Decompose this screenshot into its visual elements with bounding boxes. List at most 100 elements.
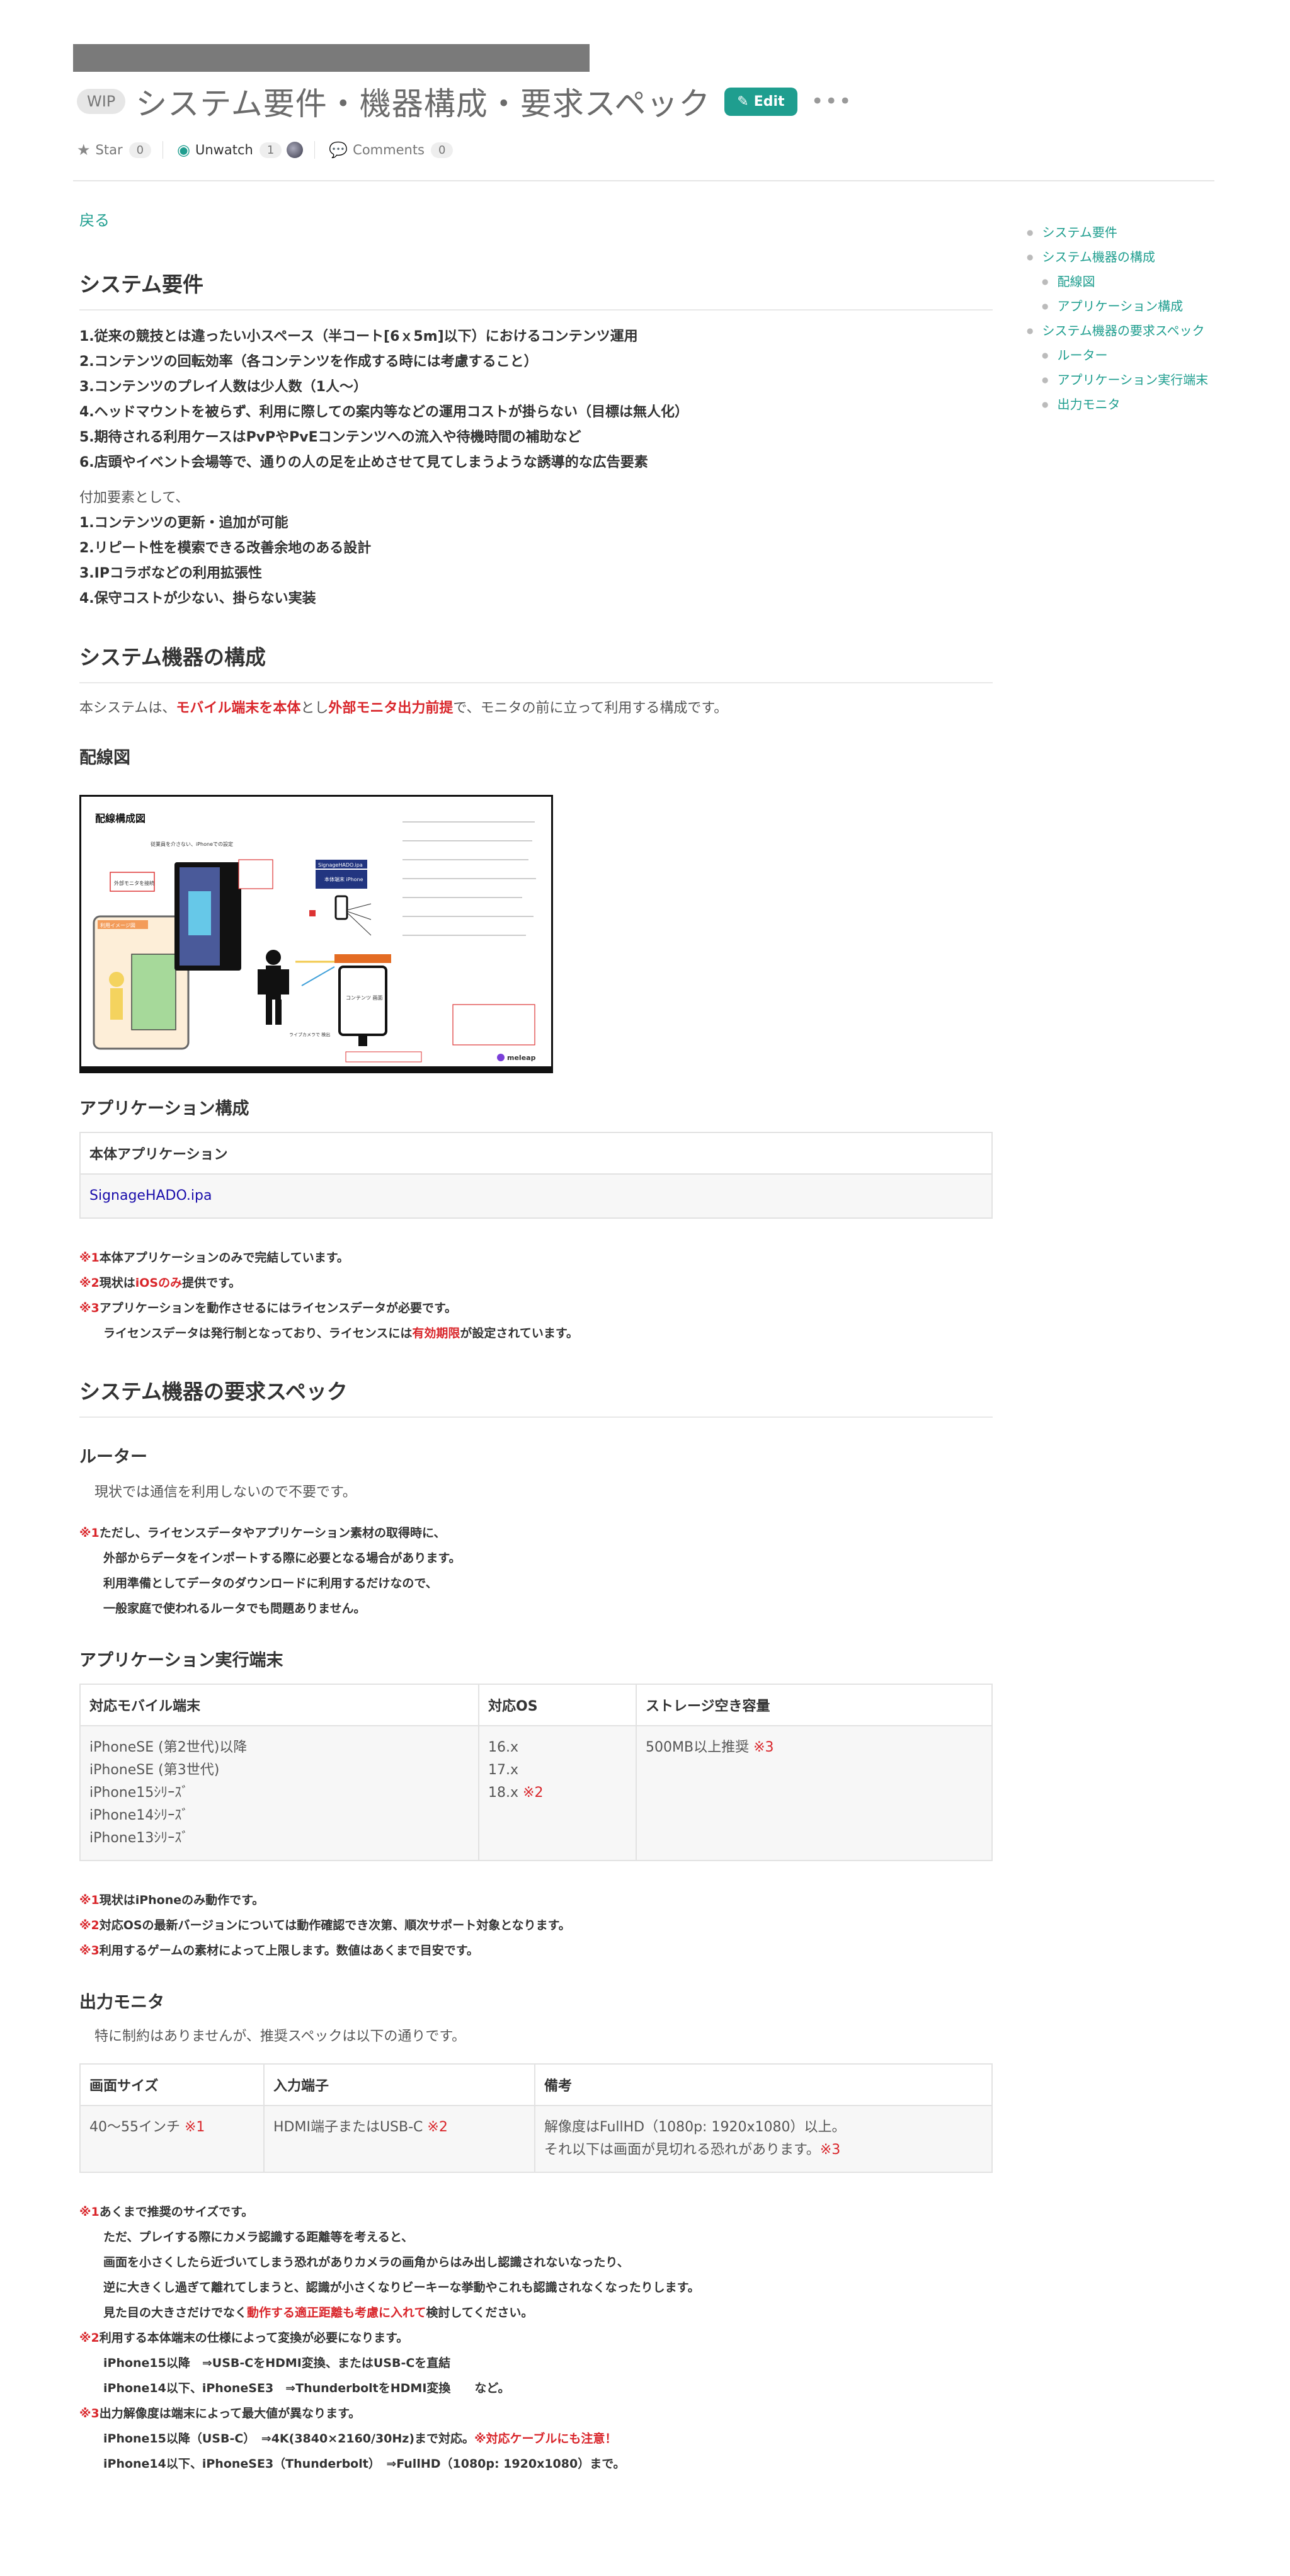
toc-item-monitor[interactable]: ● 出力モニタ: [1027, 392, 1216, 417]
note-highlight: 有効期限: [412, 1326, 460, 1340]
note-text: 対応OSの最新バージョンについては動作確認でき次第、順次サポート対象となります。: [99, 1918, 571, 1932]
table-cell: SignageHADO.ipa: [79, 1173, 993, 1219]
table-cell: 16.x 17.x 18.x ※2: [478, 1725, 637, 1861]
note: ※3出力解像度は端末によって最大値が異なります。: [79, 2401, 993, 2426]
toc-item-app-config[interactable]: ● アプリケーション構成: [1027, 294, 1216, 319]
diagram-label-user: ライブカメラで 検出: [289, 1032, 330, 1037]
toc-item-composition[interactable]: ● システム機器の構成: [1027, 245, 1216, 270]
note-mark: ※2: [427, 2119, 448, 2135]
eye-icon: ◉: [177, 141, 190, 159]
monitor-notes: ※1あくまで推奨のサイズです。 ただ、プレイする際にカメラ認識する距離等を考える…: [79, 2199, 993, 2476]
list-item: 5.期待される利用ケースはPvPやPvEコンテンツへの流入や待機時間の補助など: [79, 430, 581, 445]
note-mark: ※2: [79, 1918, 100, 1932]
monitor-text: 特に制約はありませんが、推奨スペックは以下の通りです。: [94, 2029, 466, 2044]
storage-value: 500MB以上推奨: [646, 1740, 750, 1755]
unwatch-button[interactable]: ◉ Unwatch 1: [177, 141, 304, 159]
device-notes: ※1現状はiPhoneのみ動作です。 ※2対応OSの最新バージョンについては動作…: [79, 1888, 993, 1963]
note: 一般家庭で使われるルータでも問題ありません。: [103, 1602, 366, 1616]
table-cell: iPhoneSE (第2世代)以降 iPhoneSE (第3世代) iPhone…: [79, 1725, 479, 1861]
wiring-diagram-image[interactable]: 配線構成図 従業員を介さない、iPhoneでの設定 外部モニタを接続 利用イメー…: [79, 795, 553, 1073]
avatar[interactable]: [287, 142, 304, 158]
note: 外部からデータをインポートする際に必要となる場合があります。: [103, 1551, 461, 1565]
page-title: システム要件・機器構成・要求スペック: [135, 86, 711, 122]
lead-text: とし: [300, 700, 329, 716]
toc-label: 配線図: [1057, 274, 1095, 289]
note: ※1あくまで推奨のサイズです。: [79, 2199, 993, 2225]
table-header: 入力端子: [263, 2063, 535, 2106]
bullet-icon: ●: [1027, 253, 1034, 261]
lead-highlight: モバイル端末を本体: [176, 700, 301, 716]
note-highlight: ※対応ケーブルにも注意！: [474, 2432, 617, 2446]
breadcrumb[interactable]: [73, 44, 590, 72]
device-name: iPhoneSE (第2世代)以降: [89, 1740, 248, 1755]
router-notes: ※1ただし、ライセンスデータやアプリケーション素材の取得時に、 外部からデータを…: [79, 1520, 993, 1621]
toc-label: 出力モニタ: [1057, 397, 1121, 412]
diagram-label-monitor: コンテンツ 画面: [346, 995, 383, 1001]
edit-button[interactable]: ✎ Edit: [724, 87, 797, 116]
size-value: 40〜55インチ: [89, 2119, 180, 2135]
remark-text: 解像度はFullHD（1080p: 1920x1080）以上。: [544, 2119, 846, 2135]
table-row: 対応モバイル端末 対応OS ストレージ空き容量: [79, 1684, 993, 1726]
note-mark: ※3: [79, 2407, 100, 2420]
wip-badge: WIP: [77, 89, 126, 114]
note-text: 現状は: [99, 1276, 135, 1290]
table-cell: HDMI端子またはUSB-C ※2: [263, 2105, 535, 2173]
toc-item-specs[interactable]: ● システム機器の要求スペック: [1027, 319, 1216, 343]
sub-heading-device: アプリケーション実行端末: [79, 1651, 283, 1670]
note-mark: ※1: [79, 1251, 100, 1265]
diagram-label-hdmi: 外部モニタを接続: [114, 880, 154, 886]
note: ※2現状はiOSのみ提供です。: [79, 1270, 993, 1296]
toc-item-router[interactable]: ● ルーター: [1027, 343, 1216, 368]
section-heading-specs: システム機器の要求スペック: [79, 1375, 993, 1418]
note: 見た目の大きさだけでなく動作する適正距離も考慮に入れて検討してください。: [79, 2300, 993, 2325]
monitor-table: 画面サイズ 入力端子 備考 40〜55インチ ※1 HDMI端子またはUSB-C…: [79, 2063, 993, 2173]
list-item: 4.ヘッドマウントを被らず、利用に際しての案内等などの運用コストが掛らない（目標…: [79, 404, 689, 420]
app-notes: ※1本体アプリケーションのみで完結しています。 ※2現状はiOSのみ提供です。 …: [79, 1245, 993, 1346]
ipa-link[interactable]: SignageHADO.ipa: [89, 1188, 212, 1204]
note: iPhone15以降（USB-C） ⇒4K(3840×2160/30Hz)まで対…: [79, 2426, 993, 2451]
router-text: 現状では通信を利用しないので不要です。: [94, 1485, 357, 1500]
note-text: 出力解像度は端末によって最大値が異なります。: [99, 2407, 361, 2420]
bullet-icon: ●: [1027, 326, 1034, 335]
note-mark: ※2: [79, 2331, 100, 2345]
note-text: 提供です。: [182, 1276, 241, 1290]
note-text: 現状はiPhoneのみ動作です。: [99, 1893, 265, 1907]
table-row: 本体アプリケーション: [79, 1132, 993, 1175]
composition-lead: 本システムは、モバイル端末を本体とし外部モニタ出力前提で、モニタの前に立って利用…: [79, 696, 993, 721]
table-header: 対応OS: [478, 1684, 637, 1726]
more-options-icon[interactable]: •••: [811, 89, 853, 114]
bullet-icon: ●: [1042, 351, 1049, 360]
table-cell: 500MB以上推奨 ※3: [636, 1725, 993, 1861]
note: ※2利用する本体端末の仕様によって変換が必要になります。: [79, 2325, 993, 2351]
star-button[interactable]: ★ Star 0: [77, 141, 152, 159]
note-mark: ※2: [79, 1276, 100, 1290]
pencil-icon: ✎: [737, 93, 749, 110]
note-mark: ※1: [185, 2119, 205, 2135]
note-mark: ※3: [79, 1301, 100, 1315]
page-header: WIP システム要件・機器構成・要求スペック ✎ Edit •••: [77, 79, 853, 123]
toc-item-device[interactable]: ● アプリケーション実行端末: [1027, 368, 1216, 392]
note-mark: ※1: [79, 1893, 100, 1907]
extra-intro: 付加要素として、: [79, 490, 190, 506]
toc-item-requirements[interactable]: ● システム要件: [1027, 220, 1216, 245]
note-text: あくまで推奨のサイズです。: [99, 2205, 254, 2219]
note-text: 利用する本体端末の仕様によって変換が必要になります。: [99, 2331, 409, 2345]
note: ※1現状はiPhoneのみ動作です。: [79, 1888, 993, 1913]
device-table: 対応モバイル端末 対応OS ストレージ空き容量 iPhoneSE (第2世代)以…: [79, 1684, 993, 1861]
divider: [314, 141, 316, 159]
comments-button[interactable]: 💬 Comments 0: [329, 141, 454, 159]
bullet-icon: ●: [1027, 228, 1034, 237]
toc-label: アプリケーション実行端末: [1057, 372, 1209, 387]
note-text: 本体アプリケーションのみで完結しています。: [99, 1251, 349, 1265]
back-link[interactable]: 戻る: [79, 208, 993, 230]
table-row: SignageHADO.ipa: [79, 1173, 993, 1219]
table-header: 備考: [534, 2063, 993, 2106]
section-heading-composition: システム機器の構成: [79, 641, 993, 683]
note: ※1本体アプリケーションのみで完結しています。: [79, 1245, 993, 1270]
list-item: 4.保守コストが少ない、掛らない実装: [79, 591, 316, 607]
toc-label: ルーター: [1057, 348, 1108, 363]
comments-icon: 💬: [329, 141, 348, 159]
toc-item-wiring[interactable]: ● 配線図: [1027, 270, 1216, 294]
device-name: iPhone15ｼﾘｰｽﾞ: [89, 1785, 189, 1801]
note-text: アプリケーションを動作させるにはライセンスデータが必要です。: [99, 1301, 457, 1315]
